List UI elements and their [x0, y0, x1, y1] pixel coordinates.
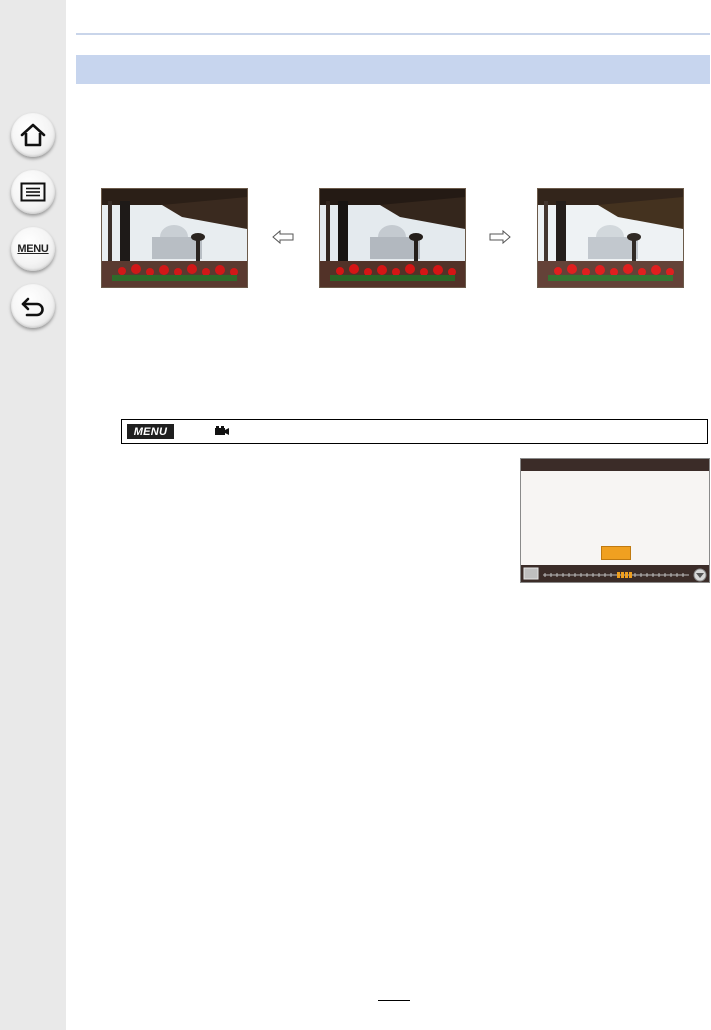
back-button[interactable]	[11, 284, 55, 328]
camera-screen-illustration	[520, 458, 710, 583]
sidebar: MENU	[0, 0, 66, 1030]
screen-title-bar	[521, 459, 709, 471]
menu-badge: MENU	[127, 424, 174, 439]
arrow-left-icon	[272, 229, 294, 245]
home-button[interactable]	[11, 113, 55, 157]
list-icon	[20, 182, 46, 202]
back-icon	[21, 297, 44, 317]
home-icon	[20, 123, 46, 147]
contents-button[interactable]	[11, 170, 55, 214]
motion-picture-icon	[215, 426, 229, 435]
menu-button[interactable]: MENU	[11, 227, 55, 271]
arrow-right-icon	[489, 229, 511, 245]
example-photo-left	[101, 188, 248, 288]
menu-path-box: MENU	[121, 419, 708, 444]
section-title-bar	[76, 55, 710, 84]
adjustment-scale	[523, 567, 707, 582]
example-photo-center	[319, 188, 466, 288]
menu-icon: MENU	[17, 243, 49, 255]
example-photo-right	[537, 188, 684, 288]
page-number-rule	[378, 1000, 410, 1001]
screen-adjust-bar	[521, 565, 709, 582]
selected-value-highlight	[601, 546, 631, 560]
header-rule	[76, 33, 710, 35]
